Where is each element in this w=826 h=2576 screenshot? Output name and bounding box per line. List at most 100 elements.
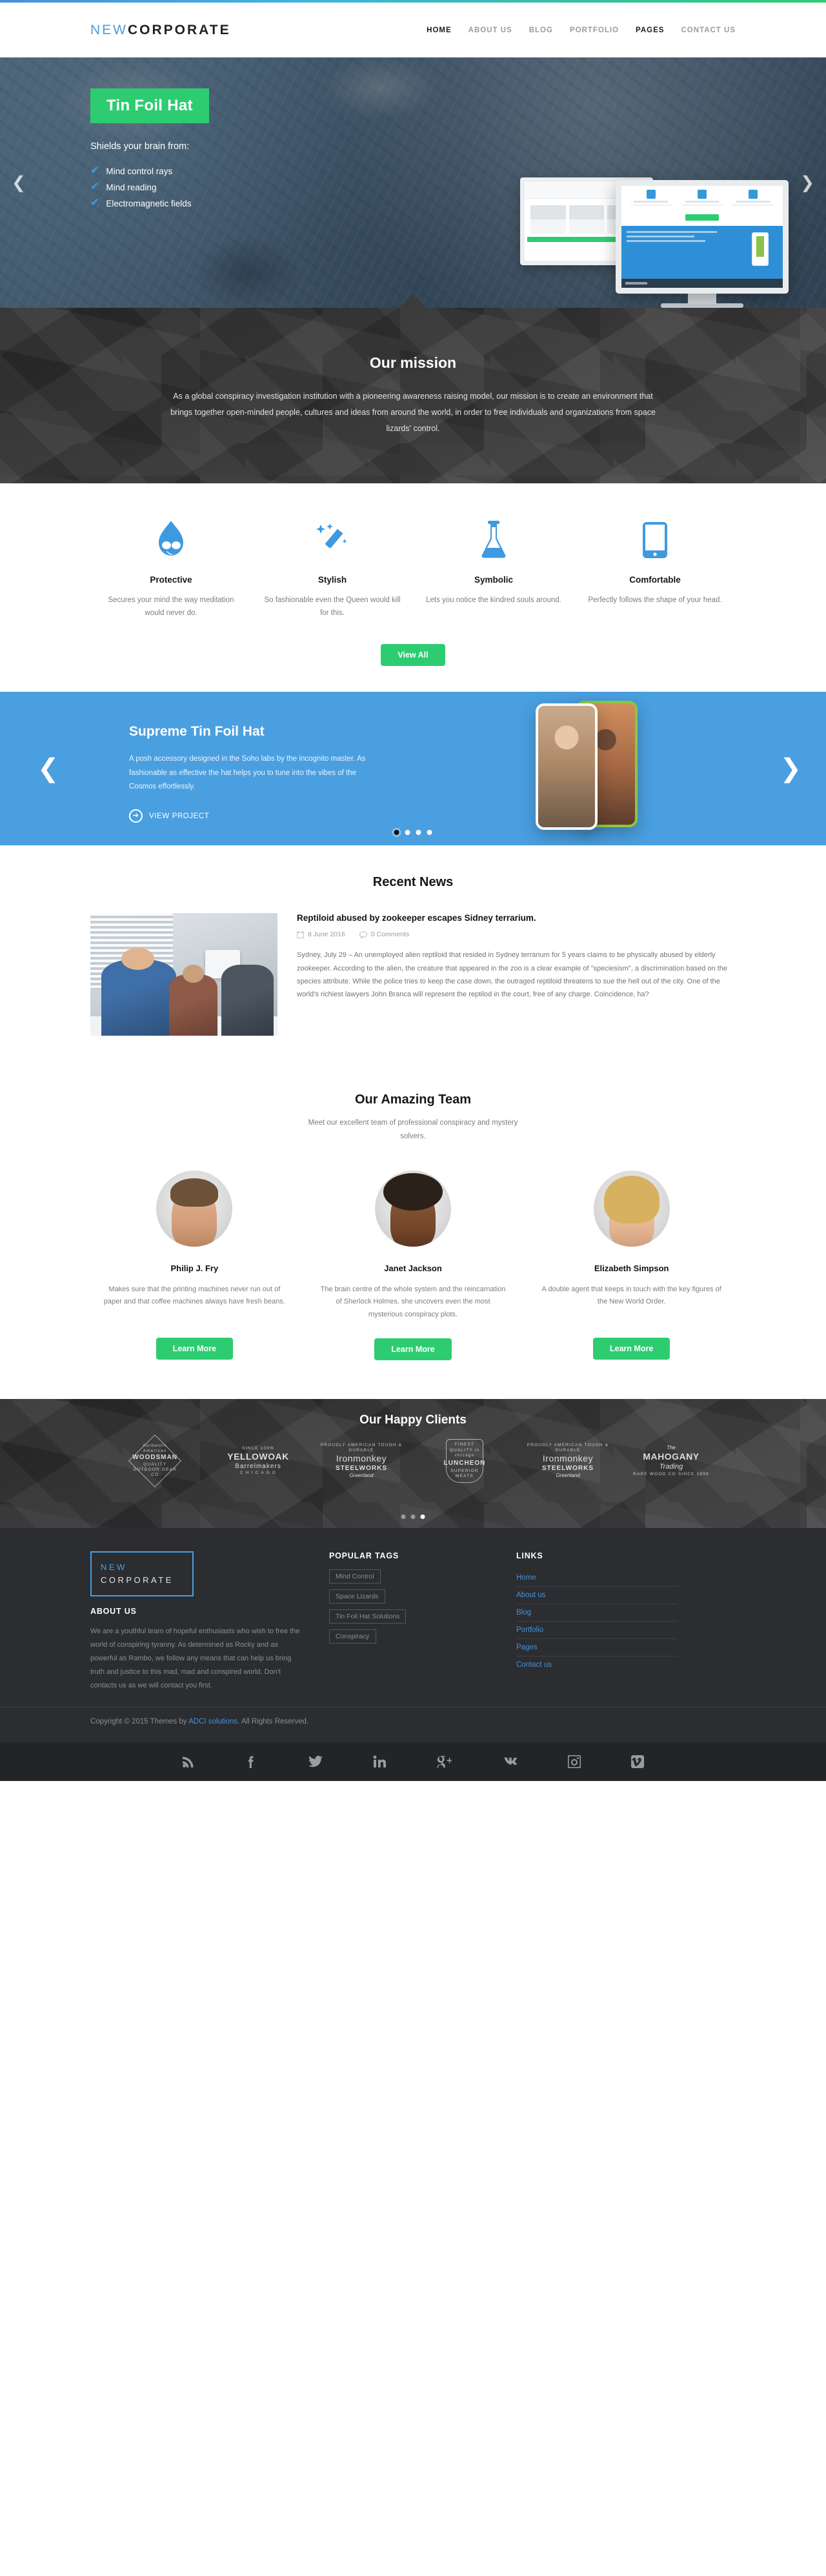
team-member-card: Elizabeth Simpson A double agent that ke… (527, 1170, 736, 1360)
nav-item-pages[interactable]: PAGES (636, 26, 664, 34)
flask-icon (425, 518, 563, 558)
site-logo[interactable]: NEWCORPORATE (90, 23, 231, 38)
linkedin-icon[interactable] (373, 1755, 386, 1768)
client-logo-main: Ironmonkey (542, 1453, 594, 1464)
arrow-right-circle-icon: ➔ (129, 809, 143, 823)
features-section: Protective Secures your mind the way med… (0, 483, 826, 692)
nav-item-contact-us[interactable]: CONTACT US (681, 26, 736, 34)
showcase-dot[interactable] (405, 830, 410, 836)
client-logo-foot: Greenland (349, 1473, 374, 1479)
showcase-pagination-dots[interactable] (394, 830, 432, 836)
recent-news-section: Recent News Reptiloid abused by zookeepe… (0, 845, 826, 1071)
feature-text: Perfectly follows the shape of your head… (588, 596, 722, 604)
facebook-icon[interactable] (245, 1755, 258, 1768)
client-logo-main: WOODSMAN (132, 1454, 177, 1462)
hero-prev-arrow-icon[interactable]: ❮ (12, 173, 26, 193)
client-logo-foot: Greenland (556, 1473, 580, 1479)
client-logo-main: LUNCHEON (443, 1459, 486, 1467)
magic-wand-icon (263, 518, 401, 558)
clients-dot[interactable] (401, 1514, 406, 1520)
footer-link-contact-us[interactable]: Contact us (516, 1656, 678, 1673)
vimeo-icon[interactable] (631, 1755, 644, 1768)
hero-list-label: Mind control rays (106, 166, 173, 176)
feature-card-protective: Protective Secures your mind the way med… (90, 518, 252, 619)
footer-links-title: LINKS (516, 1551, 543, 1561)
twitter-icon[interactable] (308, 1755, 323, 1768)
monitor-base (661, 303, 743, 308)
nav-item-home[interactable]: HOME (427, 26, 452, 34)
tag-mind-control[interactable]: Mind Control (329, 1569, 381, 1584)
clients-dot[interactable] (410, 1514, 416, 1520)
showcase-prev-arrow-icon[interactable]: ❮ (37, 756, 59, 781)
team-section: Our Amazing Team Meet our excellent team… (0, 1071, 826, 1399)
showcase-dot[interactable] (416, 830, 421, 836)
client-logo-ironmonkey-2: PROUDLY AMERICAN TOUGH & DURABLE Ironmon… (516, 1443, 620, 1479)
client-logo-top: The (667, 1445, 676, 1451)
client-logo-sub: STEELWORKS (335, 1464, 387, 1472)
news-thumbnail-image[interactable] (90, 913, 277, 1036)
news-post-title[interactable]: Reptiloid abused by zookeeper escapes Si… (297, 913, 736, 923)
hero-list-item: ✔ Mind control rays (90, 166, 736, 176)
client-logo-top: PROUDLY AMERICAN TOUGH & DURABLE (527, 1442, 609, 1453)
instagram-icon[interactable] (568, 1755, 581, 1768)
mission-notch-triangle (399, 294, 427, 308)
check-icon: ✔ (90, 165, 99, 176)
footer-link-portfolio[interactable]: Portfolio (516, 1622, 678, 1638)
showcase-next-arrow-icon[interactable]: ❯ (780, 756, 801, 781)
learn-more-button[interactable]: Learn More (156, 1337, 234, 1360)
client-logo-main: MAHOGANY (643, 1451, 700, 1462)
tablet-icon (586, 518, 724, 558)
check-icon: ✔ (90, 197, 99, 208)
showcase-dot[interactable] (394, 830, 399, 836)
clients-dot[interactable] (420, 1514, 425, 1520)
learn-more-button[interactable]: Learn More (592, 1337, 670, 1360)
mission-section: Our mission As a global conspiracy inves… (0, 294, 826, 483)
nav-item-about-us[interactable]: ABOUT US (468, 26, 512, 34)
footer-link-about-us[interactable]: About us (516, 1587, 678, 1604)
feature-text: Secures your mind the way meditation wou… (108, 596, 234, 618)
client-logo-top: FINEST QUALITY in chicago (449, 1442, 480, 1458)
client-logo-foot: CO (150, 1473, 159, 1478)
footer-tags-column: POPULAR TAGS Mind Control Space Lizards … (329, 1551, 490, 1693)
feature-text: So fashionable even the Queen would kill… (264, 596, 401, 618)
tag-space-lizards[interactable]: Space Lizards (329, 1589, 385, 1604)
team-section-title: Our Amazing Team (354, 1092, 472, 1107)
tag-tin-foil-hat-solutions[interactable]: Tin Foil Hat Solutions (329, 1609, 407, 1624)
site-footer: NEW CORPORATE ABOUT US We are a youthful… (0, 1528, 826, 1742)
client-logo-yellowoak: SINCE 100% YELLOWOAK Barrelmakers C H I … (206, 1446, 310, 1476)
clients-section: Our Happy Clients Authentic American WOO… (0, 1399, 826, 1529)
main-navigation[interactable]: HOME ABOUT US BLOG PORTFOLIO PAGES CONTA… (427, 26, 736, 34)
hero-next-arrow-icon[interactable]: ❯ (800, 173, 814, 193)
copyright-prefix: Copyright © 2015 Themes by (90, 1717, 189, 1726)
nav-item-blog[interactable]: BLOG (529, 26, 553, 34)
site-header: NEWCORPORATE HOME ABOUT US BLOG PORTFOLI… (0, 3, 826, 57)
showcase-phone-mockups (536, 701, 678, 836)
showcase-dot[interactable] (427, 830, 432, 836)
calendar-icon (297, 931, 304, 938)
learn-more-button[interactable]: Learn More (374, 1338, 452, 1361)
footer-link-home[interactable]: Home (516, 1569, 678, 1586)
tag-conspiracy[interactable]: Conspiracy (329, 1629, 376, 1644)
feature-card-comfortable: Comfortable Perfectly follows the shape … (574, 518, 736, 619)
feature-title: Stylish (317, 575, 347, 585)
footer-link-blog[interactable]: Blog (516, 1604, 678, 1621)
copyright-bar: Copyright © 2015 Themes by ADCI solution… (0, 1706, 826, 1736)
team-member-text: A double agent that keeps in touch with … (541, 1285, 721, 1306)
googleplus-icon[interactable] (436, 1755, 452, 1768)
news-comments-label: 0 Comments (370, 931, 410, 939)
nav-item-portfolio[interactable]: PORTFOLIO (570, 26, 619, 34)
view-all-button[interactable]: View All (381, 644, 445, 667)
team-member-text: Makes sure that the printing machines ne… (103, 1285, 285, 1306)
footer-logo[interactable]: NEW CORPORATE (90, 1551, 194, 1597)
footer-link-pages[interactable]: Pages (516, 1639, 678, 1656)
vk-icon[interactable] (502, 1755, 518, 1768)
team-member-name: Janet Jackson (384, 1263, 442, 1273)
copyright-link[interactable]: ADCI solutions (188, 1718, 237, 1726)
client-logo-sub: Trading (659, 1462, 683, 1471)
rss-icon[interactable] (182, 1755, 195, 1768)
view-project-button[interactable]: ➔ VIEW PROJECT (129, 809, 374, 823)
footer-about-text: We are a youthful team of hopeful enthus… (90, 1627, 300, 1689)
portfolio-showcase-slider: Supreme Tin Foil Hat A posh accessory de… (0, 692, 826, 846)
clients-pagination-dots[interactable] (401, 1514, 425, 1520)
copyright-suffix: . All Rights Reserved. (237, 1717, 309, 1726)
